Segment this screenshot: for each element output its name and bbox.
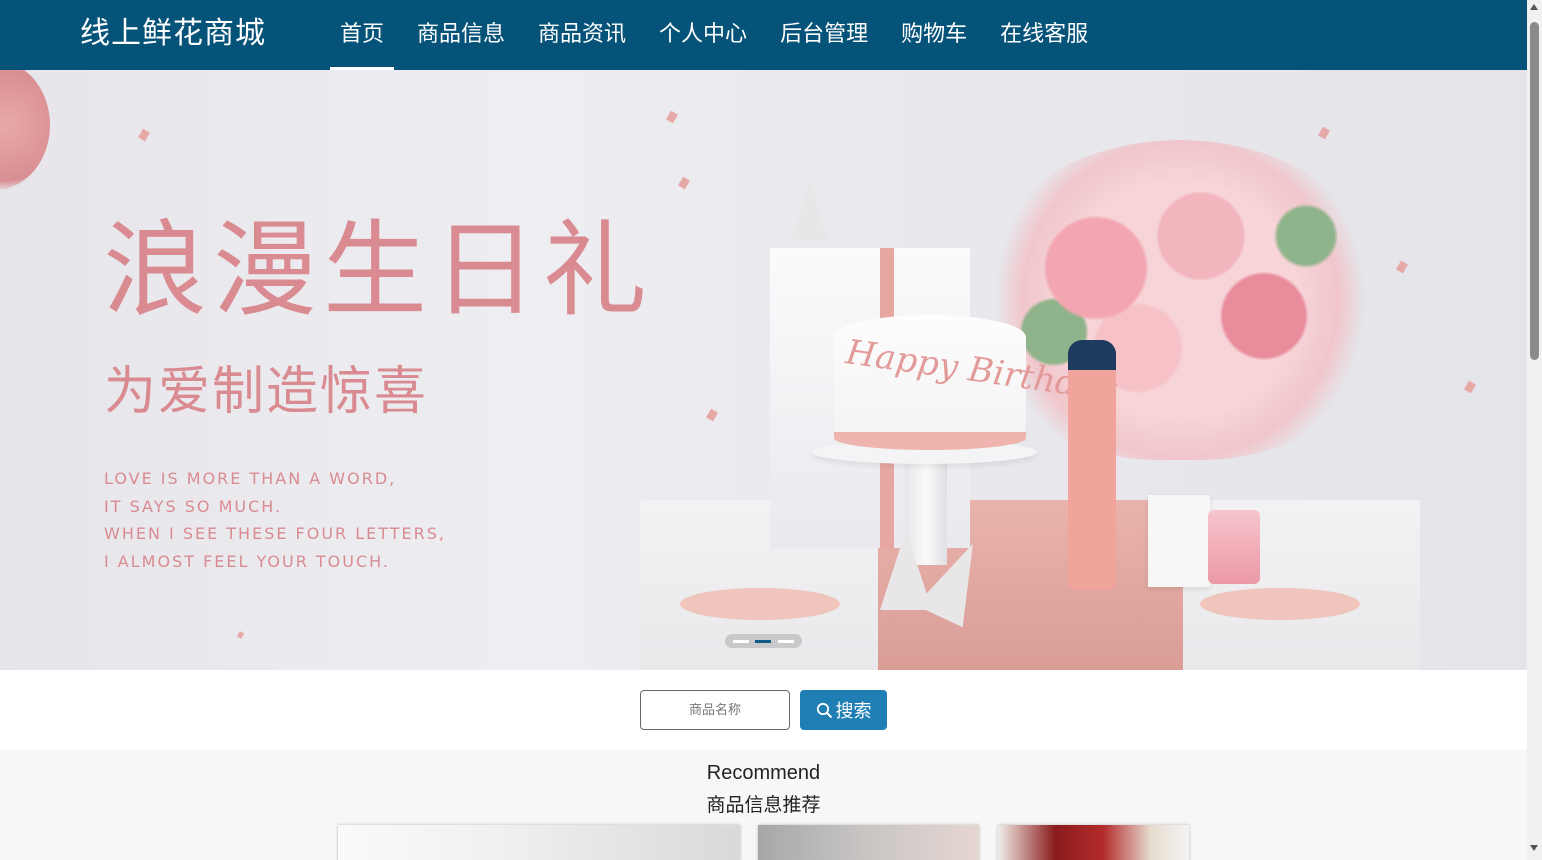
recommend-title-en: Recommend — [706, 762, 821, 784]
poem-line: WHEN I SEE THESE FOUR LETTERS, — [104, 524, 447, 543]
balloon-decoration — [0, 70, 50, 190]
search-button-label: 搜索 — [835, 701, 872, 721]
recommend-section: Recommend 商品信息推荐 — [0, 750, 1527, 860]
perfume-box-image — [1148, 495, 1210, 587]
confetti-decoration — [1396, 260, 1408, 274]
nav-item-cart[interactable]: 购物车 — [891, 0, 977, 70]
search-icon — [816, 702, 832, 718]
search-button[interactable]: 搜索 — [800, 690, 887, 730]
site-brand[interactable]: 线上鲜花商城 — [80, 14, 266, 54]
scrollbar-thumb[interactable] — [1530, 22, 1539, 360]
scroll-down-arrow-icon[interactable] — [1530, 845, 1538, 851]
flower-bouquet-image — [970, 140, 1390, 460]
nav-item-profile[interactable]: 个人中心 — [649, 0, 757, 70]
perfume-bottle-image — [1208, 510, 1260, 584]
confetti-decoration — [678, 176, 690, 190]
page: 线上鲜花商城 首页 商品信息 商品资讯 个人中心 后台管理 购物车 在线客服 H… — [0, 0, 1527, 860]
confetti-decoration — [236, 631, 245, 639]
scroll-up-arrow-icon[interactable] — [1530, 4, 1538, 10]
search-bar: 搜索 — [0, 670, 1527, 750]
confetti-decoration — [706, 408, 718, 422]
top-navbar: 线上鲜花商城 首页 商品信息 商品资讯 个人中心 后台管理 购物车 在线客服 — [0, 0, 1527, 70]
plate-decoration — [680, 588, 840, 620]
poem-line: I ALMOST FEEL YOUR TOUCH. — [104, 551, 390, 571]
carousel-indicators — [725, 634, 802, 648]
poem-line: IT SAYS SO MUCH. — [104, 496, 283, 516]
nav-item-products[interactable]: 商品信息 — [407, 0, 515, 70]
recommend-title-cn: 商品信息推荐 — [706, 794, 821, 816]
product-card[interactable] — [758, 825, 979, 860]
nav-item-home[interactable]: 首页 — [330, 0, 395, 70]
product-name-search-input[interactable] — [640, 690, 790, 730]
carousel-dot[interactable] — [777, 639, 794, 643]
product-card[interactable] — [998, 825, 1189, 860]
banner-subline: 为爱制造惊喜 — [104, 362, 429, 422]
nav-item-admin[interactable]: 后台管理 — [770, 0, 878, 70]
party-hat-decoration — [792, 180, 828, 240]
vertical-scrollbar[interactable] — [1527, 0, 1542, 860]
nav-item-support[interactable]: 在线客服 — [990, 0, 1098, 70]
carousel-dot-active[interactable] — [755, 639, 772, 643]
wine-bottle-image — [1068, 340, 1116, 590]
poem-line: LOVE IS MORE THAN A WORD, — [104, 469, 397, 488]
product-card[interactable] — [338, 825, 740, 860]
confetti-decoration — [666, 110, 678, 124]
confetti-decoration — [1464, 380, 1476, 394]
confetti-decoration — [138, 128, 150, 142]
carousel-dot[interactable] — [733, 639, 750, 643]
confetti-decoration — [1318, 126, 1330, 140]
banner-poem: LOVE IS MORE THAN A WORD, IT SAYS SO MUC… — [104, 465, 446, 575]
nav-item-news[interactable]: 商品资讯 — [528, 0, 636, 70]
nav-menu: 首页 商品信息 商品资讯 个人中心 后台管理 购物车 在线客服 — [330, 0, 1111, 70]
hero-banner[interactable]: Happy Birthday 浪漫生日礼 为爱制造惊喜 LOVE IS MORE… — [0, 70, 1527, 670]
plate-decoration — [1200, 588, 1360, 620]
banner-headline: 浪漫生日礼 — [103, 209, 654, 331]
